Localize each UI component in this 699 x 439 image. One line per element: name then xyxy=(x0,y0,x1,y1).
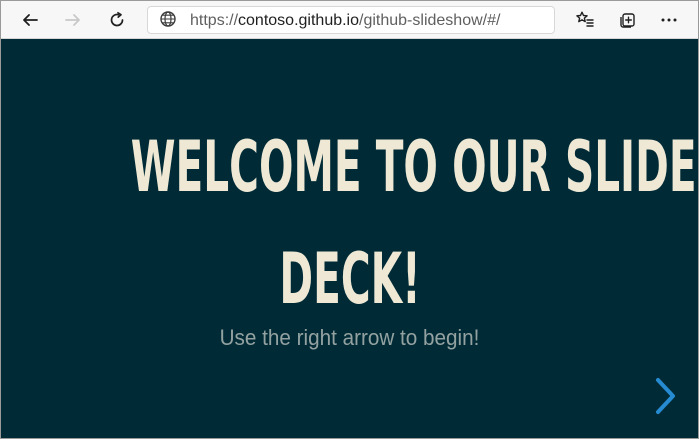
back-button[interactable] xyxy=(15,5,45,35)
back-icon xyxy=(23,14,38,26)
more-icon xyxy=(661,18,677,22)
url-path: /github-slideshow/#/ xyxy=(359,12,501,29)
forward-icon xyxy=(65,14,80,26)
collections-icon xyxy=(620,13,635,28)
slide-subtitle: Use the right arrow to begin! xyxy=(219,325,480,350)
refresh-icon xyxy=(110,11,124,27)
url-scheme: https:// xyxy=(190,12,239,29)
favorites-icon xyxy=(576,11,594,27)
url-host: contoso.github.io xyxy=(238,12,360,29)
favorites-button[interactable] xyxy=(570,5,600,35)
slide-content: WELCOME TO OUR SLIDE DECK! Use the right… xyxy=(1,39,698,438)
slide-title-line-2: DECK! xyxy=(279,238,421,320)
url-text[interactable]: https://contoso.github.io/github-slidesh… xyxy=(190,12,500,30)
more-button[interactable] xyxy=(654,5,684,35)
browser-toolbar: https://contoso.github.io/github-slidesh… xyxy=(1,1,698,39)
chevron-right-icon xyxy=(656,378,675,414)
slide-title-line-1: WELCOME TO OUR SLIDE xyxy=(130,126,697,208)
site-info-button[interactable] xyxy=(154,5,182,33)
slide-title: WELCOME TO OUR SLIDE DECK! xyxy=(130,111,697,335)
address-bar[interactable]: https://contoso.github.io/github-slidesh… xyxy=(147,6,555,34)
next-slide-button[interactable] xyxy=(653,376,679,416)
refresh-button[interactable] xyxy=(102,5,132,35)
browser-window: https://contoso.github.io/github-slidesh… xyxy=(0,0,699,439)
globe-icon xyxy=(160,11,176,27)
collections-button[interactable] xyxy=(613,5,643,35)
forward-button[interactable] xyxy=(58,5,88,35)
